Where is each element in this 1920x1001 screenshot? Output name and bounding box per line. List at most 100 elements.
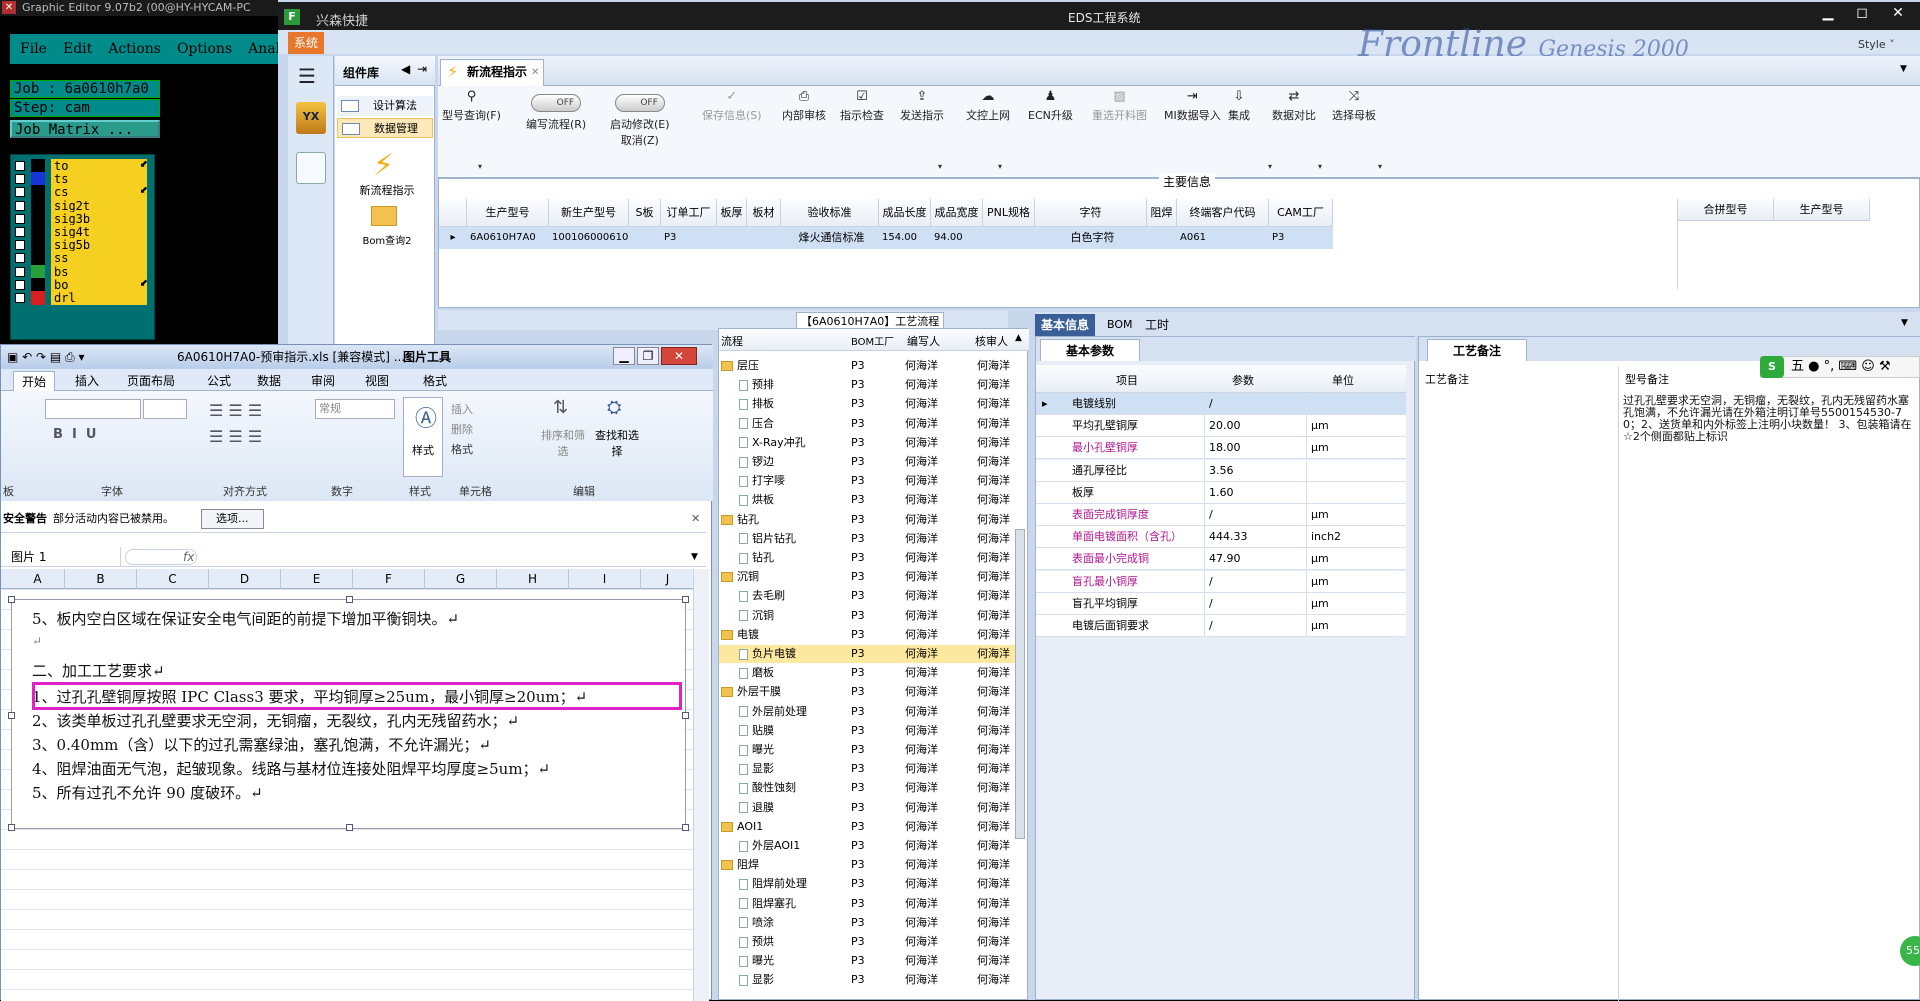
main-info-cell[interactable]: P3 <box>661 227 717 249</box>
process-tree-row[interactable]: 阻焊前处理 P3 何海洋 何海洋 <box>719 875 1019 893</box>
main-info-col-header[interactable]: PNL规格 <box>983 199 1035 227</box>
dropdown-caret-icon[interactable]: ▾ <box>998 162 1002 171</box>
job-matrix-button[interactable]: Job Matrix ... <box>10 120 160 138</box>
toggle-off-icon[interactable]: OFF <box>614 94 665 112</box>
excel-tab[interactable]: 数据 <box>249 371 289 391</box>
excel-tab[interactable]: 视图 <box>357 371 397 391</box>
process-tree-row[interactable]: 去毛刷 P3 何海洋 何海洋 <box>719 587 1019 605</box>
main-info-col-header[interactable]: CAM工厂 <box>1269 199 1333 227</box>
main-info-cell[interactable] <box>629 227 661 249</box>
process-tree-row[interactable]: 预排 P3 何海洋 何海洋 <box>719 376 1019 394</box>
layer-row[interactable]: ts <box>15 172 151 187</box>
toolbar-shuffle-button[interactable]: ⤨ 选择母板 <box>1332 90 1376 123</box>
toolbar-image-button[interactable]: ▨ 重选开料图 <box>1092 90 1147 123</box>
main-info-cell[interactable]: 94.00 <box>931 227 983 249</box>
minimize-icon[interactable]: ▁ <box>613 347 635 365</box>
param-value[interactable]: 20.00 <box>1204 415 1304 438</box>
toolbar-user-button[interactable]: ♟ ECN升级 <box>1028 90 1073 123</box>
tab-basic-params[interactable]: 基本参数 <box>1040 339 1140 361</box>
pin-icon[interactable]: ⇥ <box>417 62 427 76</box>
layer-checkbox[interactable] <box>15 266 25 277</box>
main-info-col-header[interactable]: 字符 <box>1035 199 1147 227</box>
layer-row[interactable]: sig5b <box>15 238 151 253</box>
toolbar-cloud-button[interactable]: ☁ 文控上网 <box>966 90 1010 123</box>
tab-close-icon[interactable]: ✕ <box>531 60 539 85</box>
align-icons[interactable]: ☰ ☰ ☰ <box>209 401 262 420</box>
param-value[interactable]: / <box>1204 504 1304 526</box>
process-tree-row[interactable]: 外层AOI1 P3 何海洋 何海洋 <box>719 837 1019 855</box>
excel-tab[interactable]: 审阅 <box>303 371 343 391</box>
excel-tab[interactable]: 插入 <box>67 371 107 391</box>
layer-checkbox[interactable] <box>15 279 25 290</box>
resize-handle[interactable] <box>8 824 15 831</box>
bom-query-shortcut[interactable]: Bom查询2 <box>345 232 429 247</box>
ge-step-field[interactable]: Step: cam <box>10 99 160 117</box>
model-notes-text[interactable]: 过孔孔壁要求无空洞，无铜瘤，无裂纹，孔内无残留药水塞孔饱满，不允许漏光请在外箱注… <box>1623 395 1913 443</box>
toolbar-import-button[interactable]: ⇥ MI数据导入 <box>1164 90 1221 123</box>
process-tree-row[interactable]: 曝光 P3 何海洋 何海洋 <box>719 741 1019 759</box>
toolbar-check-button[interactable]: ✓ 保存信息(S) <box>702 90 762 123</box>
layer-row[interactable]: to ⬋ <box>15 159 151 173</box>
param-value[interactable]: / <box>1204 592 1304 615</box>
tab-process-notes[interactable]: 工艺备注 <box>1427 339 1527 361</box>
process-tree-row[interactable]: 喷涂 P3 何海洋 何海洋 <box>719 914 1019 932</box>
resize-handle[interactable] <box>682 824 689 831</box>
param-value[interactable]: 444.33 <box>1204 526 1304 549</box>
main-info-col-header[interactable]: 成品宽度 <box>931 199 983 227</box>
tab-bom[interactable]: BOM <box>1101 314 1139 336</box>
layer-row[interactable]: sig2t <box>15 198 151 213</box>
excel-tab[interactable]: 页面布局 <box>119 371 183 391</box>
column-header[interactable]: F <box>353 569 425 589</box>
main-info-cell[interactable]: 154.00 <box>879 227 931 249</box>
process-tree-row[interactable]: 外层干膜 P3 何海洋 何海洋 <box>719 683 1019 701</box>
layer-checkbox[interactable] <box>15 227 25 237</box>
basic-param-row[interactable]: 最小孔壁铜厚 18.00 μm <box>1036 437 1406 460</box>
process-tree-row[interactable]: 压合 P3 何海洋 何海洋 <box>719 415 1019 433</box>
main-info-cell[interactable] <box>747 227 781 249</box>
basic-param-row[interactable]: 电镀后面铜要求 / μm <box>1036 615 1406 637</box>
factory-module-icon[interactable]: YX <box>296 102 326 134</box>
resize-handle[interactable] <box>346 824 353 831</box>
style-menu[interactable]: Style ˅ <box>1858 38 1895 51</box>
main-info-cell[interactable]: 10010600061094 <box>549 227 629 249</box>
param-value[interactable]: 18.00 <box>1204 437 1304 460</box>
ge-menu-file[interactable]: File <box>20 41 47 57</box>
main-info-cell[interactable]: A061 <box>1177 227 1269 249</box>
toolbar-download-button[interactable]: ⇩ 集成 <box>1228 90 1250 123</box>
layer-row[interactable]: cs ⬋ <box>15 185 151 200</box>
main-info-col-header[interactable]: 新生产型号 <box>549 199 629 227</box>
excel-tab[interactable]: 开始 <box>13 371 56 391</box>
dropdown-caret-icon[interactable]: ▾ <box>1318 162 1322 171</box>
main-info-col-header[interactable]: 成品长度 <box>879 199 931 227</box>
number-format-dropdown[interactable]: 常规 <box>315 399 395 419</box>
excel-tab[interactable]: 格式 <box>415 371 455 391</box>
basic-param-row[interactable]: 表面最小完成铜 47.90 μm <box>1036 548 1406 571</box>
bold-italic-underline-icons[interactable]: B I U <box>53 427 96 442</box>
process-tree-row[interactable]: 退膜 P3 何海洋 何海洋 <box>719 799 1019 817</box>
collapse-left-icon[interactable]: ◀ <box>401 62 410 76</box>
process-tree-row[interactable]: 曝光 P3 何海洋 何海洋 <box>719 952 1019 970</box>
layer-checkbox[interactable] <box>15 161 25 171</box>
ime-toolbar[interactable]: 五 ● °, ⌨ ☺ ⚒ <box>1760 356 1920 378</box>
pasted-picture[interactable]: 5、板内空白区域在保证安全电气间距的前提下增加平衡铜块。↵ ↵ 二、加工工艺要求… <box>8 596 689 831</box>
main-info-col-header[interactable]: 验收标准 <box>781 199 879 227</box>
name-box[interactable]: 图片 1 <box>3 547 121 566</box>
toolbar-checklist-button[interactable]: ☑ 指示检查 <box>840 90 884 123</box>
basic-param-row[interactable]: 盲孔平均铜厚 / μm <box>1036 592 1406 615</box>
find-select-button[interactable]: 查找和选择 <box>593 427 641 459</box>
resize-handle[interactable] <box>8 712 15 719</box>
main-info-col-header[interactable]: S板 <box>629 199 661 227</box>
component-data-management[interactable]: 数据管理 <box>337 118 433 138</box>
main-info-cell[interactable]: 6A0610H7A0 <box>467 227 549 249</box>
scroll-up-icon[interactable]: ▲ <box>1015 333 1022 343</box>
tab-new-flow[interactable]: ⚡ 新流程指示 ✕ <box>440 59 544 86</box>
close-icon[interactable]: ✕ <box>661 347 697 365</box>
main-info-col-header[interactable]: 板材 <box>747 199 781 227</box>
hamburger-menu-icon[interactable]: ☰ <box>298 64 316 88</box>
font-size-dropdown[interactable] <box>143 399 187 419</box>
process-tree-row[interactable]: 烘板 P3 何海洋 何海洋 <box>719 491 1019 509</box>
close-warning-icon[interactable]: ✕ <box>691 505 700 533</box>
basic-param-row[interactable]: 单面电镀面积（含孔） 444.33 inch2 <box>1036 526 1406 549</box>
layer-checkbox[interactable] <box>15 200 25 211</box>
folder-open-icon[interactable] <box>371 206 397 226</box>
